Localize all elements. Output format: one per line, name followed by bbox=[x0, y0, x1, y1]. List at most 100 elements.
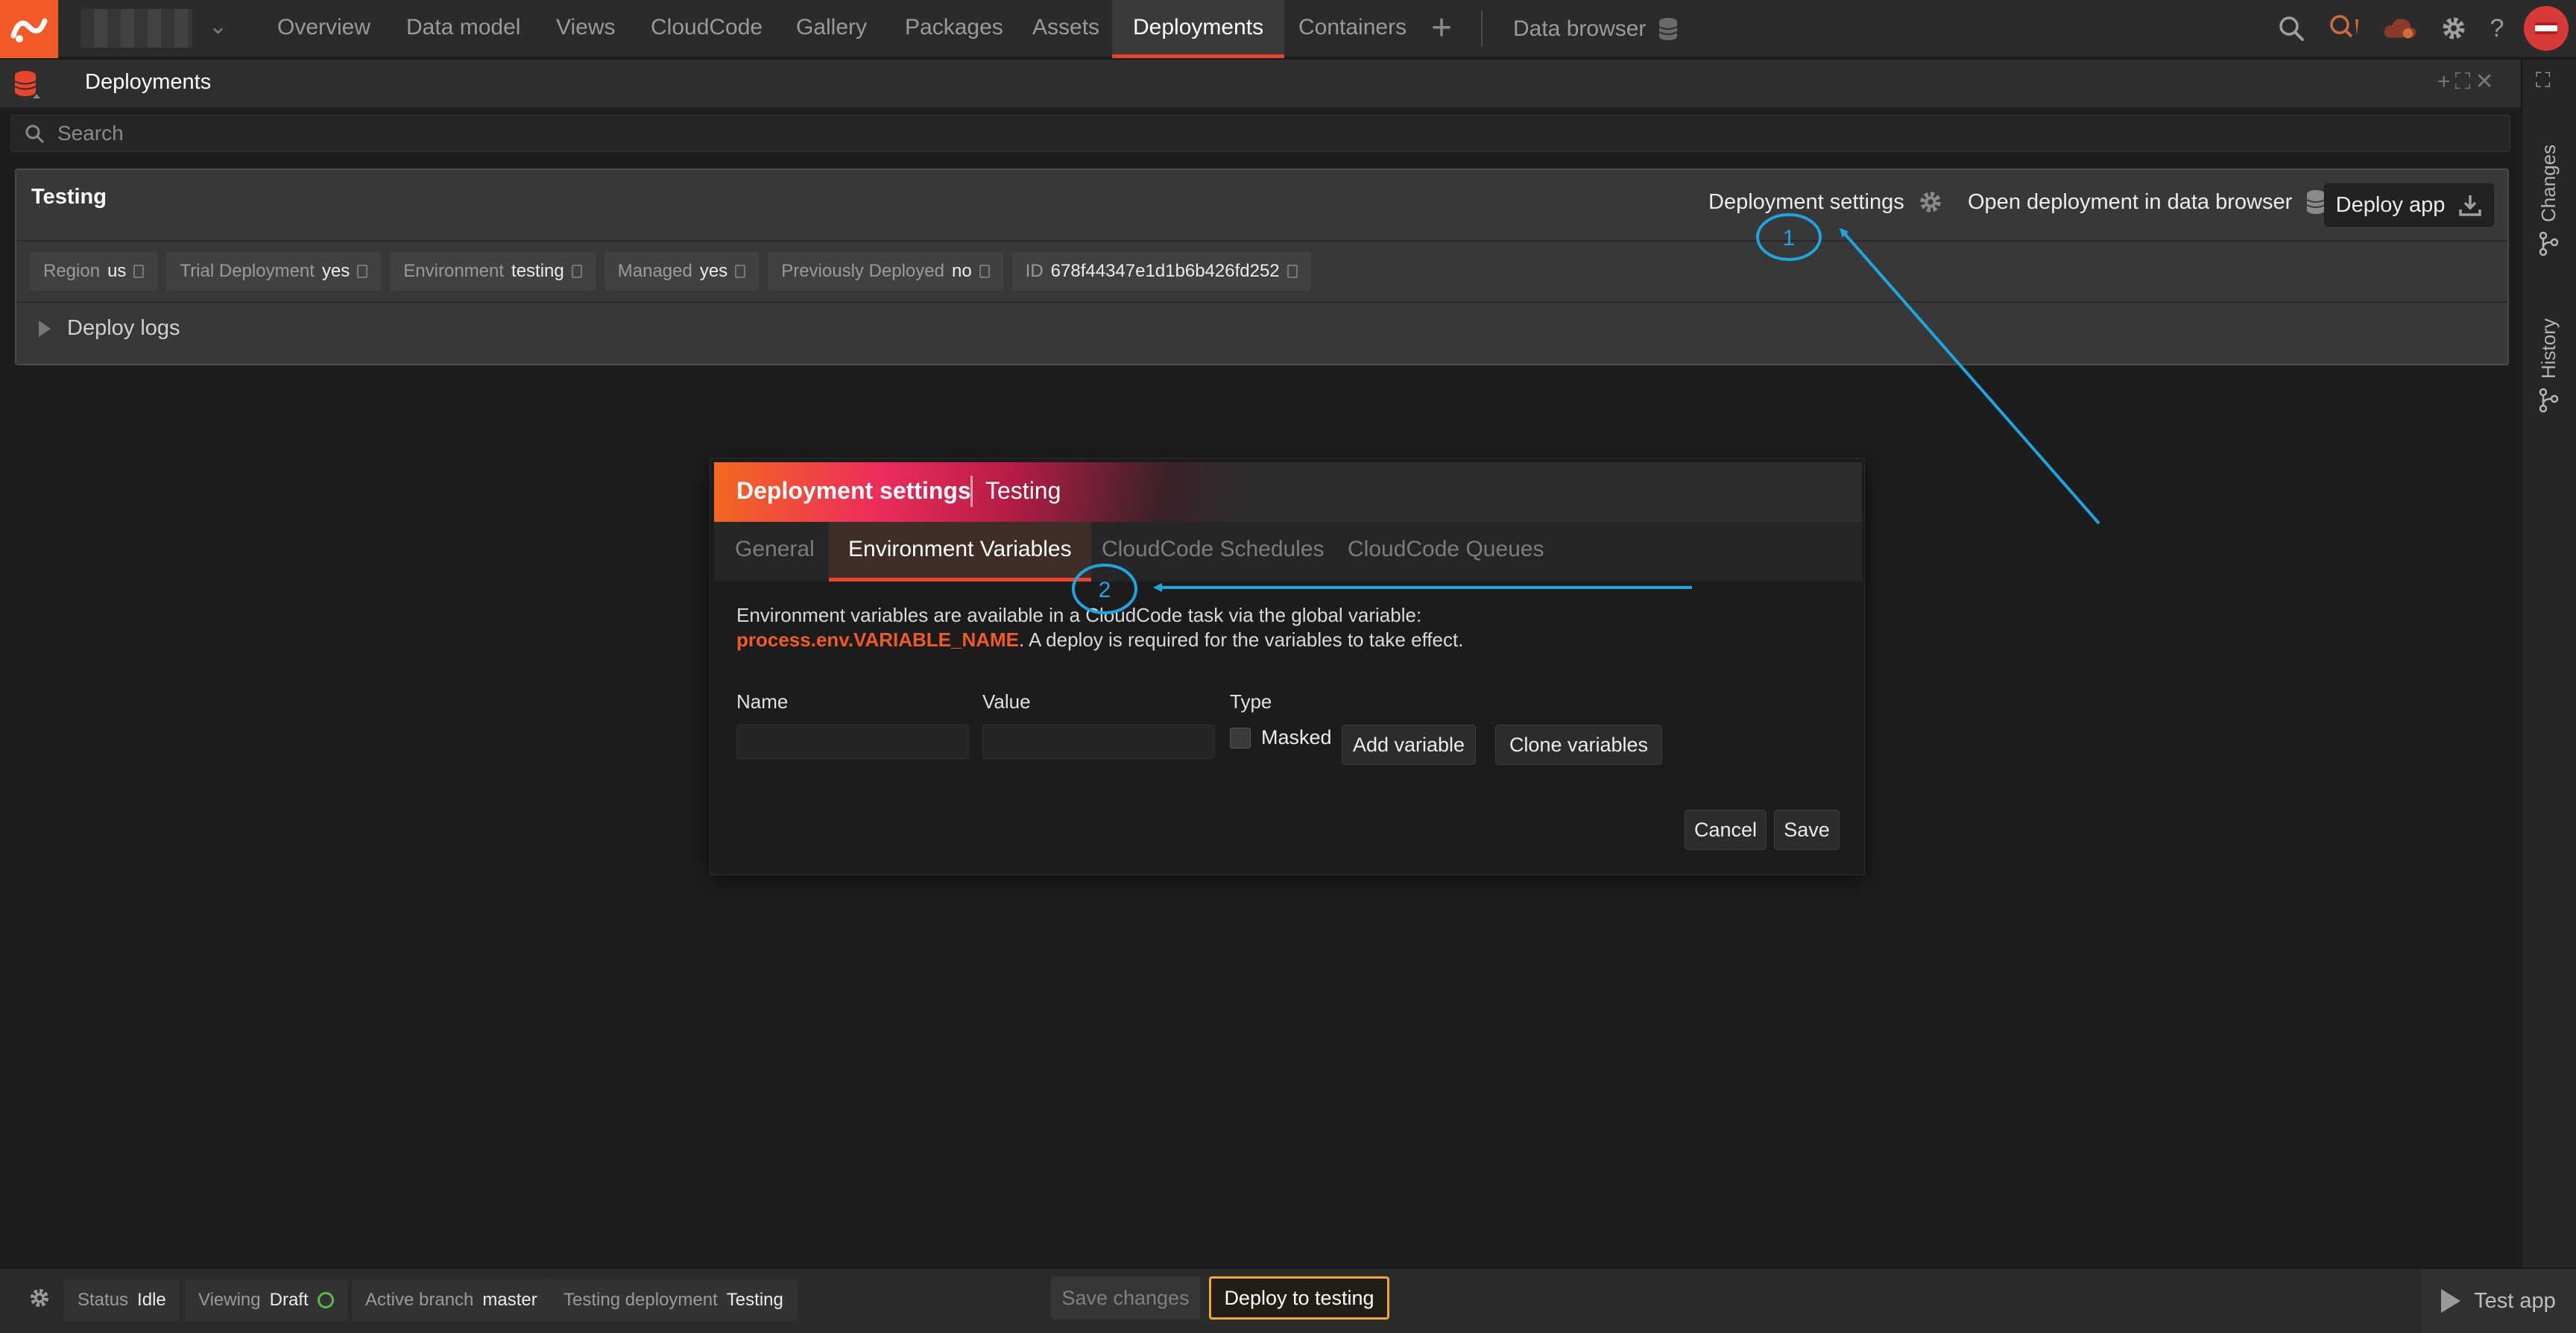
meta-value: testing bbox=[511, 261, 564, 281]
meta-value: yes bbox=[699, 261, 728, 281]
save-changes-button[interactable]: Save changes bbox=[1051, 1276, 1200, 1320]
status-settings-gear-icon[interactable] bbox=[28, 1287, 51, 1316]
deployment-title: Testing bbox=[31, 185, 107, 209]
help-icon[interactable]: ? bbox=[2479, 10, 2515, 46]
copy-icon[interactable] bbox=[1287, 265, 1298, 278]
search-icon bbox=[25, 125, 45, 144]
meta-id[interactable]: ID 678f44347e1d1b6b426fd252 bbox=[1011, 252, 1311, 291]
meta-key: Region bbox=[43, 261, 101, 281]
deploy-to-testing-button[interactable]: Deploy to testing bbox=[1209, 1276, 1389, 1320]
draft-status-ring-icon bbox=[317, 1292, 334, 1308]
chevron-down-icon[interactable]: ⌄ bbox=[209, 13, 227, 40]
deployments-database-icon[interactable] bbox=[10, 69, 43, 101]
nav-tab-deployments[interactable]: Deployments bbox=[1112, 0, 1285, 58]
meta-region[interactable]: Region us bbox=[30, 252, 158, 291]
copy-icon[interactable] bbox=[357, 265, 368, 278]
gear-icon[interactable] bbox=[2436, 10, 2472, 46]
env-vars-description: Environment variables are available in a… bbox=[736, 604, 1422, 626]
env-vars-description-line2: process.env.VARIABLE_NAME. A deploy is r… bbox=[736, 628, 1463, 652]
project-name-redacted[interactable] bbox=[80, 9, 192, 48]
meta-key: Previously Deployed bbox=[781, 261, 944, 281]
panel-title: Deployments bbox=[85, 70, 212, 94]
dialog-tab-general[interactable]: General bbox=[735, 522, 815, 582]
nav-tab-data-model[interactable]: Data model bbox=[406, 0, 520, 58]
status-key: Status bbox=[78, 1290, 129, 1310]
nav-tab-data-browser[interactable]: Data browser bbox=[1513, 0, 1679, 58]
search-issues-icon[interactable] bbox=[2327, 10, 2363, 46]
gear-icon bbox=[1920, 192, 1941, 212]
meta-managed[interactable]: Managed yes bbox=[604, 252, 760, 291]
fullscreen-icon[interactable]: ⛶ bbox=[2536, 69, 2551, 93]
deployment-settings-button[interactable]: Deployment settings bbox=[1708, 189, 1943, 215]
add-variable-button[interactable]: Add variable bbox=[1342, 725, 1476, 765]
maximize-panel-icon[interactable]: ⛶ bbox=[2455, 69, 2475, 94]
deploy-app-label: Deploy app bbox=[2335, 192, 2446, 217]
deploy-logs-label: Deploy logs bbox=[67, 316, 180, 340]
meta-environment[interactable]: Environment testing bbox=[390, 252, 596, 291]
database-icon bbox=[1658, 18, 1678, 40]
meta-trial-deployment[interactable]: Trial Deployment yes bbox=[166, 252, 382, 291]
play-icon bbox=[2441, 1289, 2461, 1313]
copy-icon[interactable] bbox=[133, 265, 145, 278]
top-navigation-bar bbox=[0, 0, 2576, 58]
copy-icon[interactable] bbox=[571, 265, 582, 278]
search-icon[interactable] bbox=[2273, 10, 2309, 46]
dialog-tab-cloudcode-schedules[interactable]: CloudCode Schedules bbox=[1102, 522, 1325, 582]
deployment-settings-label: Deployment settings bbox=[1708, 189, 1904, 214]
deploy-logs-toggle[interactable]: Deploy logs bbox=[39, 316, 180, 341]
close-panel-icon[interactable]: ✕ bbox=[2475, 69, 2498, 94]
deploy-app-button[interactable]: Deploy app bbox=[2324, 183, 2494, 227]
card-divider bbox=[16, 240, 2507, 242]
masked-checkbox-group[interactable]: Masked bbox=[1230, 726, 1332, 749]
search-input[interactable] bbox=[57, 116, 2443, 151]
branch-icon[interactable] bbox=[2537, 231, 2560, 260]
caret-right-icon bbox=[39, 320, 51, 337]
open-in-data-browser-label: Open deployment in data browser bbox=[1968, 189, 2293, 214]
active-branch-item[interactable]: Active branch master bbox=[352, 1279, 551, 1321]
download-icon bbox=[2459, 195, 2482, 216]
nav-tab-gallery[interactable]: Gallery bbox=[796, 0, 867, 58]
masked-checkbox[interactable] bbox=[1230, 727, 1251, 749]
sidebar-tab-changes[interactable]: Changes bbox=[2537, 145, 2560, 222]
add-panel-icon[interactable]: + bbox=[2437, 69, 2455, 94]
masked-label: Masked bbox=[1261, 726, 1332, 749]
env-var-code: process.env.VARIABLE_NAME bbox=[736, 628, 1020, 651]
sidebar-tab-history[interactable]: History bbox=[2537, 318, 2560, 379]
nav-tab-packages[interactable]: Packages bbox=[905, 0, 1003, 58]
history-branch-icon[interactable] bbox=[2537, 388, 2560, 417]
copy-icon[interactable] bbox=[979, 265, 990, 278]
app-logo-icon[interactable] bbox=[0, 0, 58, 58]
dialog-title-divider bbox=[970, 476, 973, 507]
dialog-tab-cloudcode-queues[interactable]: CloudCode Queues bbox=[1348, 522, 1544, 582]
test-app-button[interactable]: Test app bbox=[2421, 1269, 2576, 1333]
copy-icon[interactable] bbox=[735, 265, 746, 278]
nav-tab-containers[interactable]: Containers bbox=[1298, 0, 1407, 58]
variable-value-input[interactable] bbox=[982, 725, 1215, 759]
nav-tab-views[interactable]: Views bbox=[556, 0, 615, 58]
status-value: Idle bbox=[137, 1290, 166, 1310]
panel-window-controls[interactable]: +⛶✕ bbox=[2437, 69, 2498, 95]
meta-previously-deployed[interactable]: Previously Deployed no bbox=[768, 252, 1003, 291]
test-app-label: Test app bbox=[2474, 1288, 2556, 1313]
nav-tab-cloudcode[interactable]: CloudCode bbox=[651, 0, 763, 58]
meta-key: ID bbox=[1025, 261, 1044, 281]
cloud-alert-icon[interactable] bbox=[2382, 10, 2418, 46]
testing-deployment-value: Testing bbox=[726, 1290, 783, 1310]
dialog-title: Deployment settings bbox=[736, 477, 971, 504]
meta-value: no bbox=[951, 261, 972, 281]
avatar[interactable] bbox=[2524, 6, 2569, 51]
add-tab-icon[interactable]: + bbox=[1431, 7, 1452, 48]
save-button[interactable]: Save bbox=[1774, 810, 1840, 850]
variable-name-input[interactable] bbox=[736, 725, 969, 759]
viewing-item[interactable]: Viewing Draft bbox=[185, 1279, 347, 1321]
nav-tab-assets[interactable]: Assets bbox=[1032, 0, 1099, 58]
dialog-tab-environment-variables[interactable]: Environment Variables bbox=[829, 522, 1091, 582]
open-in-data-browser-button[interactable]: Open deployment in data browser bbox=[1968, 189, 2326, 215]
type-column-label: Type bbox=[1230, 690, 1272, 713]
cancel-button[interactable]: Cancel bbox=[1685, 810, 1767, 850]
clone-variables-button[interactable]: Clone variables bbox=[1495, 725, 1662, 765]
nav-tab-overview[interactable]: Overview bbox=[277, 0, 370, 58]
meta-value: yes bbox=[321, 261, 350, 281]
nav-divider bbox=[1481, 10, 1483, 46]
testing-deployment-item[interactable]: Testing deployment Testing bbox=[550, 1279, 797, 1321]
